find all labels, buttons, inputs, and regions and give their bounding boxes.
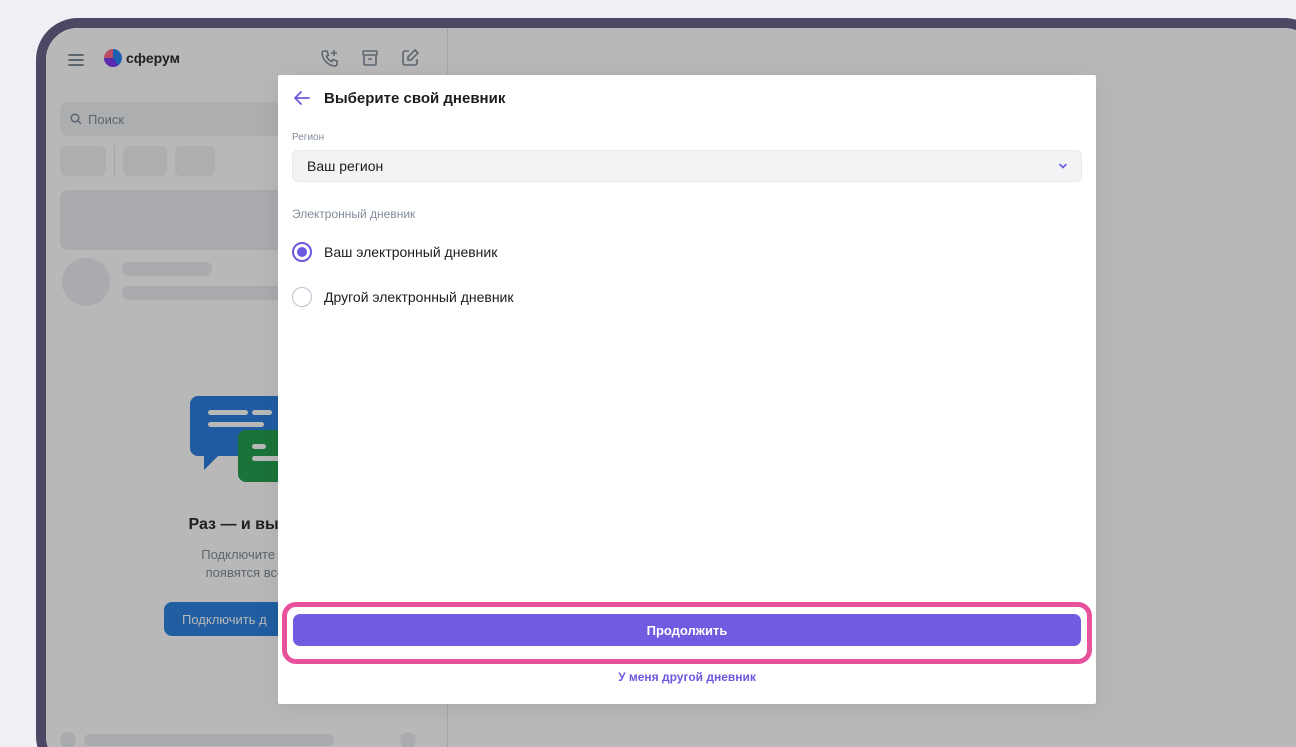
- back-arrow-icon[interactable]: [292, 88, 312, 108]
- modal-title: Выберите свой дневник: [324, 89, 506, 107]
- continue-button[interactable]: Продолжить: [293, 614, 1081, 646]
- choose-diary-modal: Выберите свой дневник Регион Ваш регион …: [278, 75, 1096, 704]
- radio-option-other-diary[interactable]: Другой электронный дневник: [292, 287, 514, 307]
- region-label: Регион: [292, 132, 325, 143]
- chevron-down-icon: [1059, 163, 1067, 169]
- continue-highlight: Продолжить: [282, 602, 1092, 664]
- radio-option-your-diary[interactable]: Ваш электронный дневник: [292, 242, 497, 262]
- radio-unchecked[interactable]: [292, 287, 312, 307]
- region-select[interactable]: Ваш регион: [292, 150, 1082, 182]
- radio-label: Ваш электронный дневник: [324, 244, 498, 260]
- other-diary-link[interactable]: У меня другой дневник: [278, 670, 1096, 684]
- radio-label: Другой электронный дневник: [324, 289, 514, 305]
- region-value: Ваш регион: [307, 158, 384, 174]
- radio-checked[interactable]: [292, 242, 312, 262]
- modal-header: Выберите свой дневник: [292, 88, 505, 108]
- diary-section-label: Электронный дневник: [292, 207, 416, 221]
